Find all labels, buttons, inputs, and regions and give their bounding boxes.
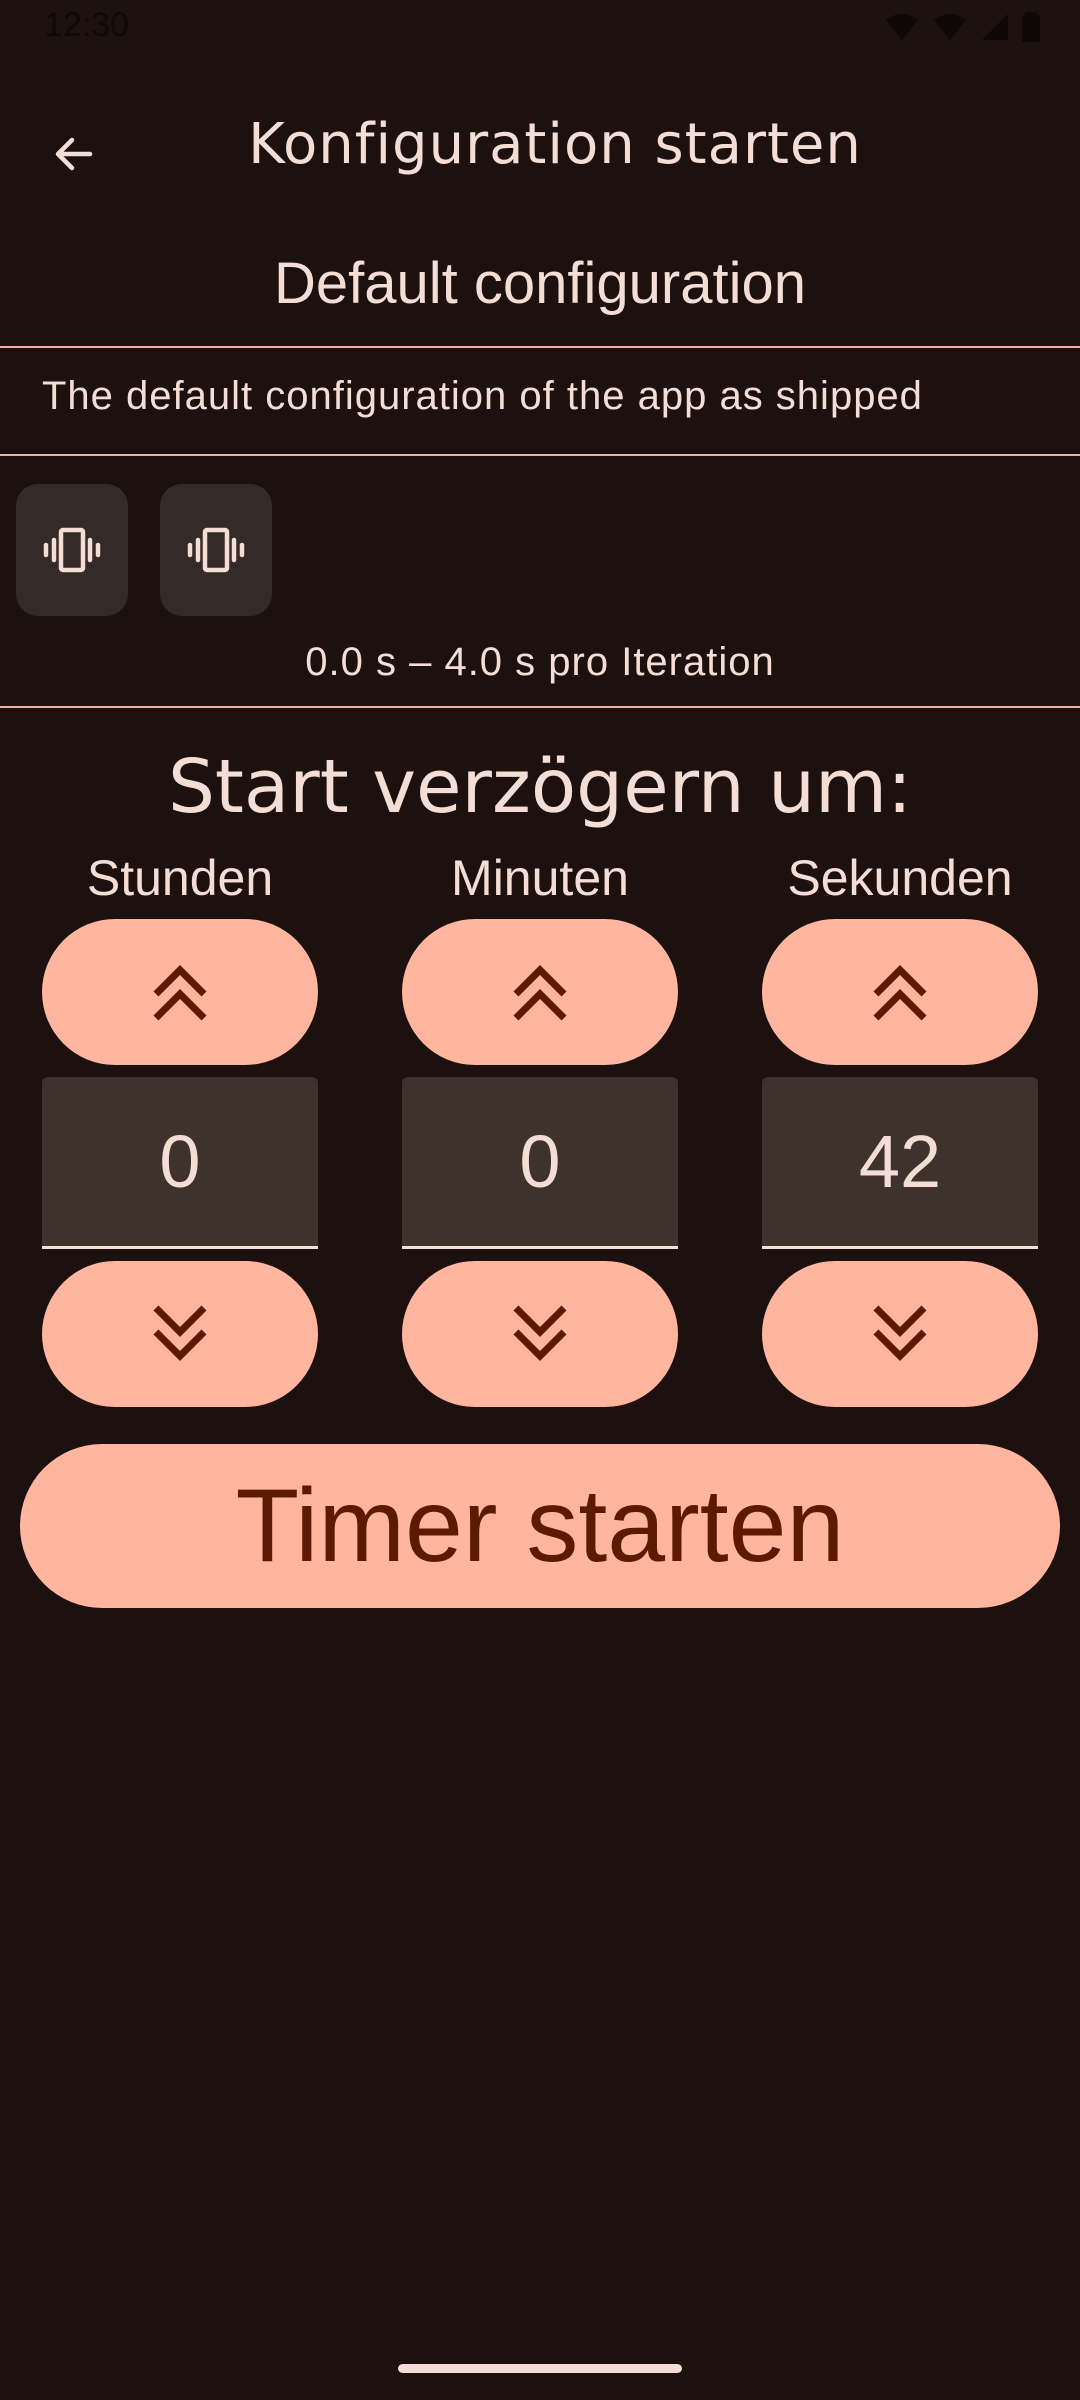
vibration-icon (43, 527, 101, 573)
seconds-increment-button[interactable] (762, 919, 1038, 1065)
vibration-icon (187, 527, 245, 573)
minutes-decrement-button[interactable] (402, 1261, 678, 1407)
config-name: Default configuration (274, 251, 806, 316)
battery-icon (1022, 12, 1040, 42)
hours-decrement-button[interactable] (42, 1261, 318, 1407)
seconds-field[interactable]: 42 (762, 1077, 1038, 1249)
page-title: Konfiguration starten (248, 112, 862, 177)
status-icons (884, 12, 1040, 42)
delay-heading: Start verzögern um: (167, 744, 913, 830)
vibration-button[interactable] (160, 484, 272, 616)
double-chevron-up-icon (873, 965, 927, 1021)
vibration-button[interactable] (16, 484, 128, 616)
hours-increment-button[interactable] (42, 919, 318, 1065)
double-chevron-up-icon (153, 965, 207, 1021)
divider (0, 454, 1080, 456)
iteration-duration: 0.0 s – 4.0 s pro Iteration (305, 640, 775, 684)
minutes-increment-button[interactable] (402, 919, 678, 1065)
double-chevron-down-icon (513, 1305, 567, 1361)
top-app-bar: Konfiguration starten (0, 88, 1080, 208)
signal-icon (982, 14, 1008, 40)
status-time: 12:30 (44, 6, 130, 44)
divider (0, 706, 1080, 708)
start-timer-button[interactable]: Timer starten (20, 1444, 1060, 1608)
double-chevron-down-icon (153, 1305, 207, 1361)
config-description: The default configuration of the app as … (42, 374, 923, 418)
double-chevron-up-icon (513, 965, 567, 1021)
minutes-column: Minuten 0 (402, 846, 678, 1407)
home-indicator[interactable] (398, 2364, 682, 2373)
seconds-decrement-button[interactable] (762, 1261, 1038, 1407)
seconds-column: Sekunden 42 (762, 846, 1038, 1407)
minutes-label: Minuten (451, 850, 629, 906)
double-chevron-down-icon (873, 1305, 927, 1361)
minutes-field[interactable]: 0 (402, 1077, 678, 1249)
seconds-label: Sekunden (787, 850, 1013, 906)
wifi-icon (886, 14, 918, 40)
divider (0, 346, 1080, 348)
hours-column: Stunden 0 (42, 846, 318, 1407)
wifi-icon (934, 14, 966, 40)
hours-label: Stunden (86, 850, 274, 906)
hours-field[interactable]: 0 (42, 1077, 318, 1249)
status-bar: 12:30 (0, 0, 1080, 60)
